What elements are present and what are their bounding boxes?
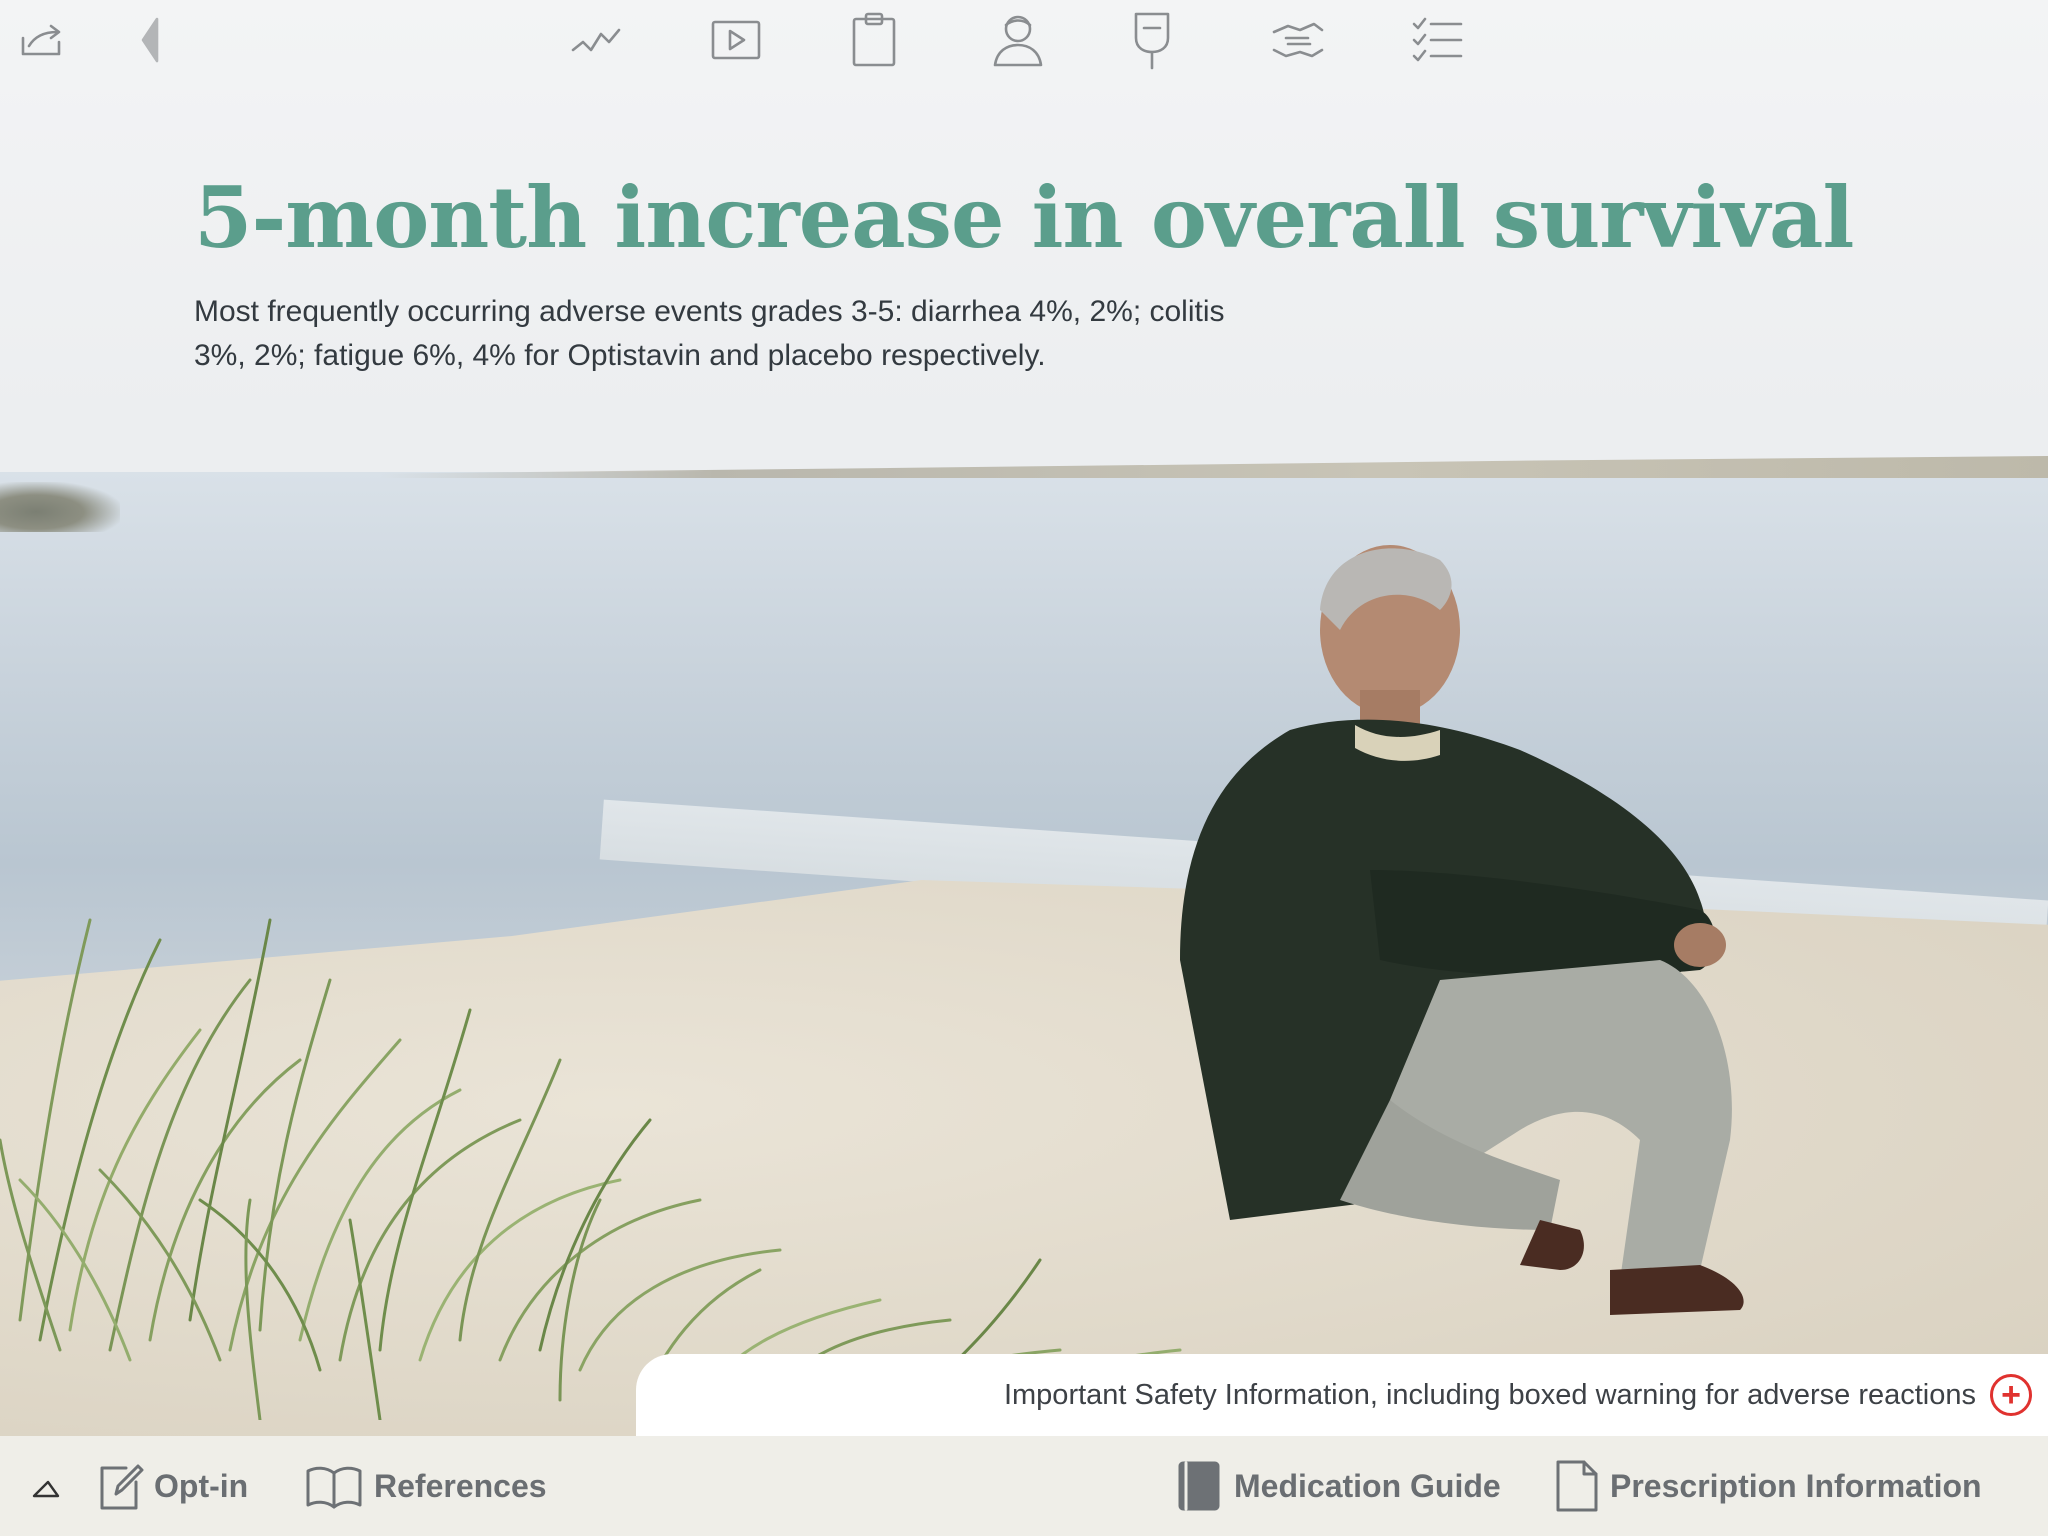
page-title: 5-month increase in overall survival xyxy=(194,168,1854,267)
summary-line-2: 3%, 2%; fatigue 6%, 4% for Optistavin an… xyxy=(194,339,1046,372)
document-icon xyxy=(1556,1460,1598,1512)
patient-icon[interactable] xyxy=(988,10,1048,70)
beach-grass xyxy=(0,918,1182,1420)
back-arrow-icon[interactable] xyxy=(120,10,180,70)
guide-book-icon xyxy=(1178,1461,1220,1511)
handshake-icon[interactable] xyxy=(1268,10,1328,70)
opt-in-label: Opt-in xyxy=(154,1467,249,1504)
prescription-info-button[interactable]: Prescription Information xyxy=(1554,1436,1982,1536)
checklist-icon[interactable] xyxy=(1408,10,1468,70)
safety-info-banner[interactable]: Important Safety Information, including … xyxy=(636,1354,2048,1436)
summary-line-1: Most frequently occurring adverse events… xyxy=(194,295,1225,328)
video-play-icon[interactable] xyxy=(706,10,766,70)
references-label: References xyxy=(374,1467,547,1504)
clipboard-icon[interactable] xyxy=(844,10,904,70)
expand-plus-icon[interactable]: + xyxy=(1990,1374,2032,1416)
rocks xyxy=(0,482,120,532)
opt-in-button[interactable]: Opt-in xyxy=(96,1436,248,1536)
top-toolbar xyxy=(0,0,2048,90)
book-open-icon xyxy=(306,1466,362,1509)
collapse-toggle-icon[interactable] xyxy=(28,1436,68,1536)
adverse-events-summary: Most frequently occurring adverse events… xyxy=(194,290,1374,378)
bottom-bar: Opt-in References Medication Guide Presc… xyxy=(0,1436,2048,1536)
references-button[interactable]: References xyxy=(304,1436,547,1536)
man-sitting xyxy=(1180,545,1744,1315)
share-icon[interactable] xyxy=(14,10,74,70)
safety-info-label: Important Safety Information, including … xyxy=(1003,1378,1976,1411)
medication-guide-button[interactable]: Medication Guide xyxy=(1176,1436,1501,1536)
trend-chart-icon[interactable] xyxy=(566,10,626,70)
medication-guide-label: Medication Guide xyxy=(1234,1467,1501,1504)
distant-shoreline xyxy=(380,456,2048,478)
iv-bag-icon[interactable] xyxy=(1122,10,1182,70)
edit-icon xyxy=(100,1464,144,1510)
prescription-info-label: Prescription Information xyxy=(1610,1467,1982,1504)
